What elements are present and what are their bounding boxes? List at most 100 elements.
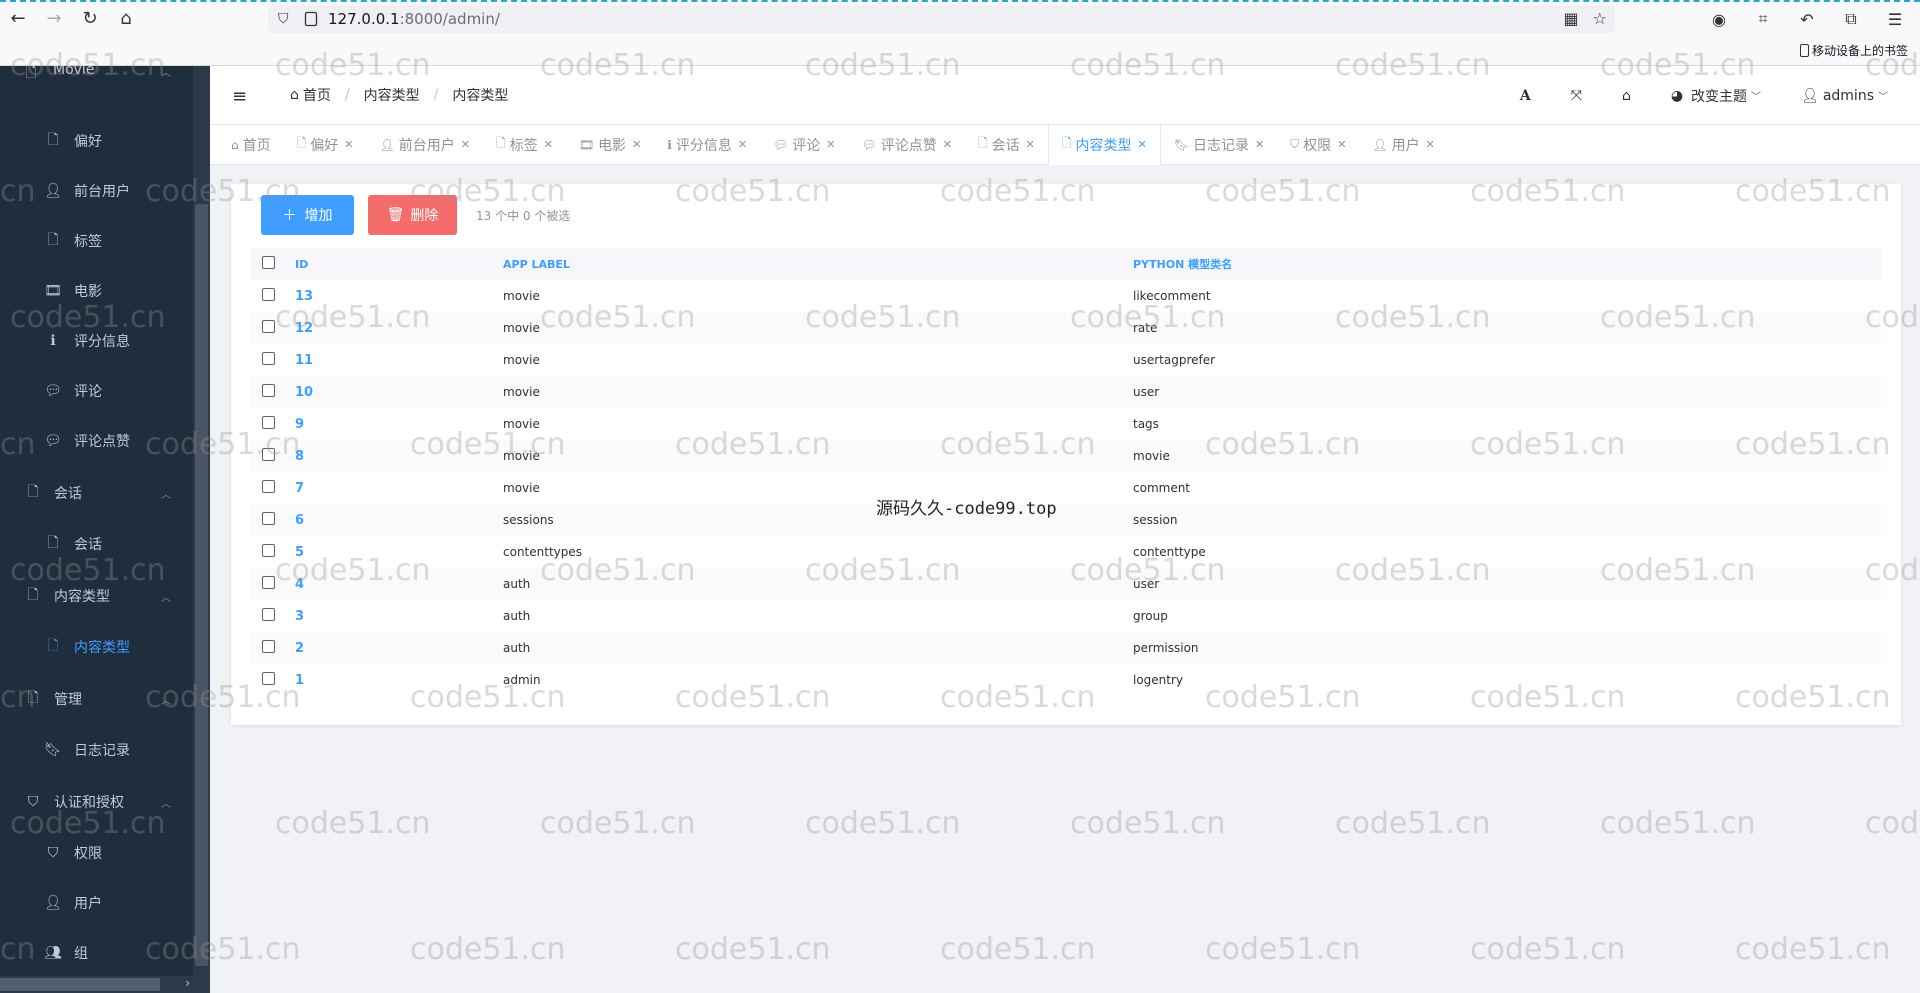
- sidebar-item[interactable]: 💬︎ 评论: [0, 366, 193, 416]
- row-checkbox[interactable]: [262, 384, 275, 397]
- sidebar-group-auth[interactable]: ⛉ 认证和授权 ︿: [0, 775, 193, 828]
- forward-icon[interactable]: →: [36, 2, 72, 34]
- close-icon[interactable]: ✕: [826, 138, 835, 151]
- close-icon[interactable]: ✕: [461, 138, 470, 151]
- sidebar-item[interactable]: 👥︎ 组: [0, 928, 193, 978]
- sidebar-item[interactable]: ⛉ 权限: [0, 828, 193, 878]
- row-id-link[interactable]: 6: [291, 513, 503, 528]
- row-id-link[interactable]: 12: [291, 321, 503, 336]
- sidebar-item-contenttype[interactable]: 🗋 内容类型: [0, 622, 193, 672]
- sidebar-item[interactable]: 🎞︎ 电影: [0, 266, 193, 316]
- add-button[interactable]: ＋ 增加: [261, 195, 354, 235]
- star-icon[interactable]: ☆: [1593, 9, 1607, 28]
- font-size-button[interactable]: A: [1500, 66, 1551, 125]
- row-checkbox[interactable]: [262, 576, 275, 589]
- tab[interactable]: ⌂ 首页: [218, 125, 284, 165]
- tab[interactable]: ⛉ 权限 ✕: [1277, 125, 1359, 165]
- row-id-link[interactable]: 8: [291, 449, 503, 464]
- chevron-right-icon[interactable]: ›: [185, 976, 190, 990]
- tab[interactable]: 🎞︎ 电影 ✕: [566, 125, 654, 165]
- close-icon[interactable]: ✕: [544, 138, 553, 151]
- sidebar-group-movie[interactable]: 🗋 Movie ︿: [0, 66, 193, 82]
- row-id-link[interactable]: 13: [291, 289, 503, 304]
- fullscreen-button[interactable]: ⤧: [1551, 66, 1602, 125]
- sidebar-item[interactable]: ℹ 评分信息: [0, 316, 193, 366]
- row-id-link[interactable]: 7: [291, 481, 503, 496]
- row-id-link[interactable]: 9: [291, 417, 503, 432]
- sidebar-item[interactable]: 👤︎ 用户: [0, 878, 193, 928]
- row-checkbox[interactable]: [262, 544, 275, 557]
- close-icon[interactable]: ✕: [344, 138, 353, 151]
- row-id-link[interactable]: 5: [291, 545, 503, 560]
- row-checkbox[interactable]: [262, 320, 275, 333]
- extensions-icon[interactable]: ⧉: [1838, 6, 1864, 32]
- undo-icon[interactable]: ↶: [1794, 6, 1820, 32]
- tab[interactable]: 🔖︎ 日志记录 ✕: [1161, 125, 1277, 165]
- sidebar-group-session[interactable]: 🗋 会话 ︿: [0, 466, 193, 519]
- tab[interactable]: 🗋 会话 ✕: [965, 125, 1048, 165]
- theme-dropdown[interactable]: ◕ 改变主题 ﹀: [1651, 66, 1781, 125]
- tab[interactable]: 👤︎ 用户 ✕: [1359, 125, 1447, 165]
- row-checkbox[interactable]: [262, 512, 275, 525]
- sidebar-item[interactable]: 🗋 偏好: [0, 116, 193, 166]
- row-checkbox[interactable]: [262, 608, 275, 621]
- close-icon[interactable]: ✕: [1138, 138, 1147, 151]
- row-checkbox[interactable]: [262, 672, 275, 685]
- mobile-bookmarks[interactable]: 移动设备上的书签: [1799, 42, 1908, 59]
- crop-icon[interactable]: ⌗: [1750, 6, 1776, 32]
- row-checkbox[interactable]: [262, 448, 275, 461]
- sidebar-group-admin[interactable]: 🗋 管理 ︿: [0, 672, 193, 725]
- row-id-link[interactable]: 10: [291, 385, 503, 400]
- sidebar-item[interactable]: 👤︎ 前台用户: [0, 166, 193, 216]
- row-id-link[interactable]: 11: [291, 353, 503, 368]
- close-icon[interactable]: ✕: [738, 138, 747, 151]
- home-icon[interactable]: ⌂: [108, 2, 144, 34]
- home-button[interactable]: ⌂: [1602, 66, 1651, 125]
- close-icon[interactable]: ✕: [1337, 138, 1346, 151]
- tab[interactable]: 💬︎ 评论 ✕: [760, 125, 848, 165]
- tab[interactable]: 🗋 偏好 ✕: [284, 125, 367, 165]
- hamburger-icon[interactable]: ≡: [232, 86, 247, 107]
- row-checkbox[interactable]: [262, 416, 275, 429]
- comment-icon: 💬︎: [773, 137, 789, 152]
- column-header-model[interactable]: PYTHON 模型类名: [1133, 256, 1881, 272]
- row-checkbox[interactable]: [262, 352, 275, 365]
- reload-icon[interactable]: ↻: [72, 2, 108, 34]
- row-id-link[interactable]: 1: [291, 673, 503, 688]
- row-checkbox[interactable]: [262, 640, 275, 653]
- user-dropdown[interactable]: 👤︎ admins ﹀: [1781, 66, 1920, 125]
- tab[interactable]: ℹ 评分信息 ✕: [654, 125, 760, 165]
- row-checkbox[interactable]: [262, 480, 275, 493]
- back-icon[interactable]: ←: [0, 2, 36, 34]
- row-id-link[interactable]: 2: [291, 641, 503, 656]
- url-bar[interactable]: ⛉ 127.0.0.1:8000/admin/ ▦ ☆: [268, 5, 1615, 33]
- account-icon[interactable]: ◉: [1706, 6, 1732, 32]
- close-icon[interactable]: ✕: [943, 138, 952, 151]
- row-id-link[interactable]: 3: [291, 609, 503, 624]
- breadcrumb-item[interactable]: 内容类型: [364, 85, 420, 105]
- sidebar-item-session[interactable]: 🗋 会话: [0, 519, 193, 569]
- sidebar-item-logentry[interactable]: 🔖︎ 日志记录: [0, 725, 193, 775]
- tab[interactable]: 👤︎ 前台用户 ✕: [367, 125, 483, 165]
- tab[interactable]: 💬︎ 评论点赞 ✕: [849, 125, 965, 165]
- sidebar-item[interactable]: 💬︎ 评论点赞: [0, 416, 193, 466]
- close-icon[interactable]: ✕: [1255, 138, 1264, 151]
- row-checkbox[interactable]: [262, 288, 275, 301]
- column-header-app-label[interactable]: APP LABEL: [503, 258, 1133, 271]
- sidebar-group-contenttype[interactable]: 🗋 内容类型 ︿: [0, 569, 193, 622]
- select-all-checkbox[interactable]: [262, 256, 275, 269]
- tab[interactable]: 🗋 标签 ✕: [483, 125, 566, 165]
- close-icon[interactable]: ✕: [1026, 138, 1035, 151]
- column-header-id[interactable]: ID: [291, 258, 503, 271]
- tab[interactable]: 🗋 内容类型 ✕: [1047, 124, 1161, 165]
- close-icon[interactable]: ✕: [632, 138, 641, 151]
- menu-icon[interactable]: ☰: [1882, 6, 1908, 32]
- row-id-link[interactable]: 4: [291, 577, 503, 592]
- breadcrumb-item[interactable]: 首页: [303, 85, 331, 105]
- delete-button[interactable]: 🗑︎ 删除: [368, 195, 457, 235]
- qr-code-icon[interactable]: ▦: [1564, 9, 1579, 28]
- sidebar-horizontal-scrollbar[interactable]: ›: [0, 976, 210, 993]
- sidebar-scrollbar[interactable]: [193, 66, 210, 993]
- sidebar-item[interactable]: 🗋 标签: [0, 216, 193, 266]
- close-icon[interactable]: ✕: [1426, 138, 1435, 151]
